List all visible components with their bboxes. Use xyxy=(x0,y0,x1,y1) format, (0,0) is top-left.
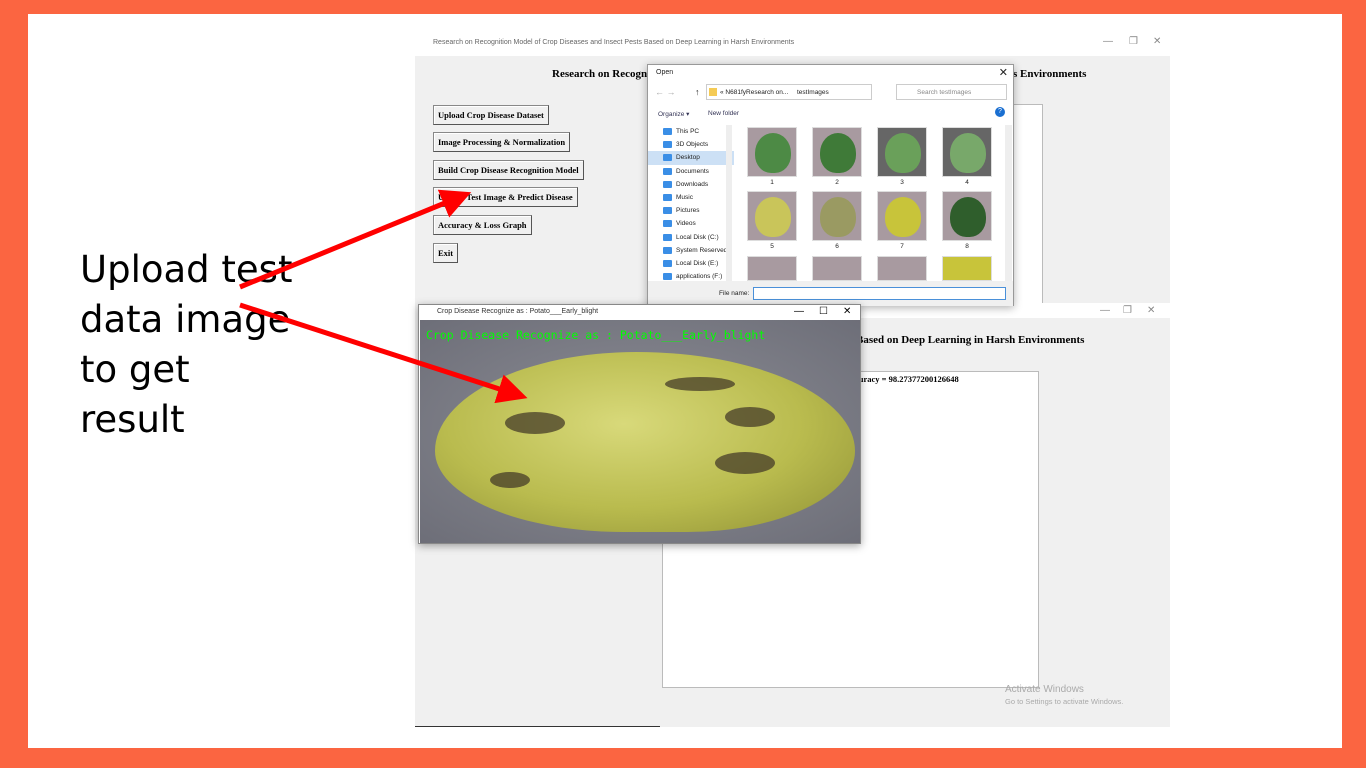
arrow-to-result-image xyxy=(239,302,528,404)
arrow-to-upload-button xyxy=(239,189,472,290)
annotation-arrows xyxy=(239,189,528,404)
